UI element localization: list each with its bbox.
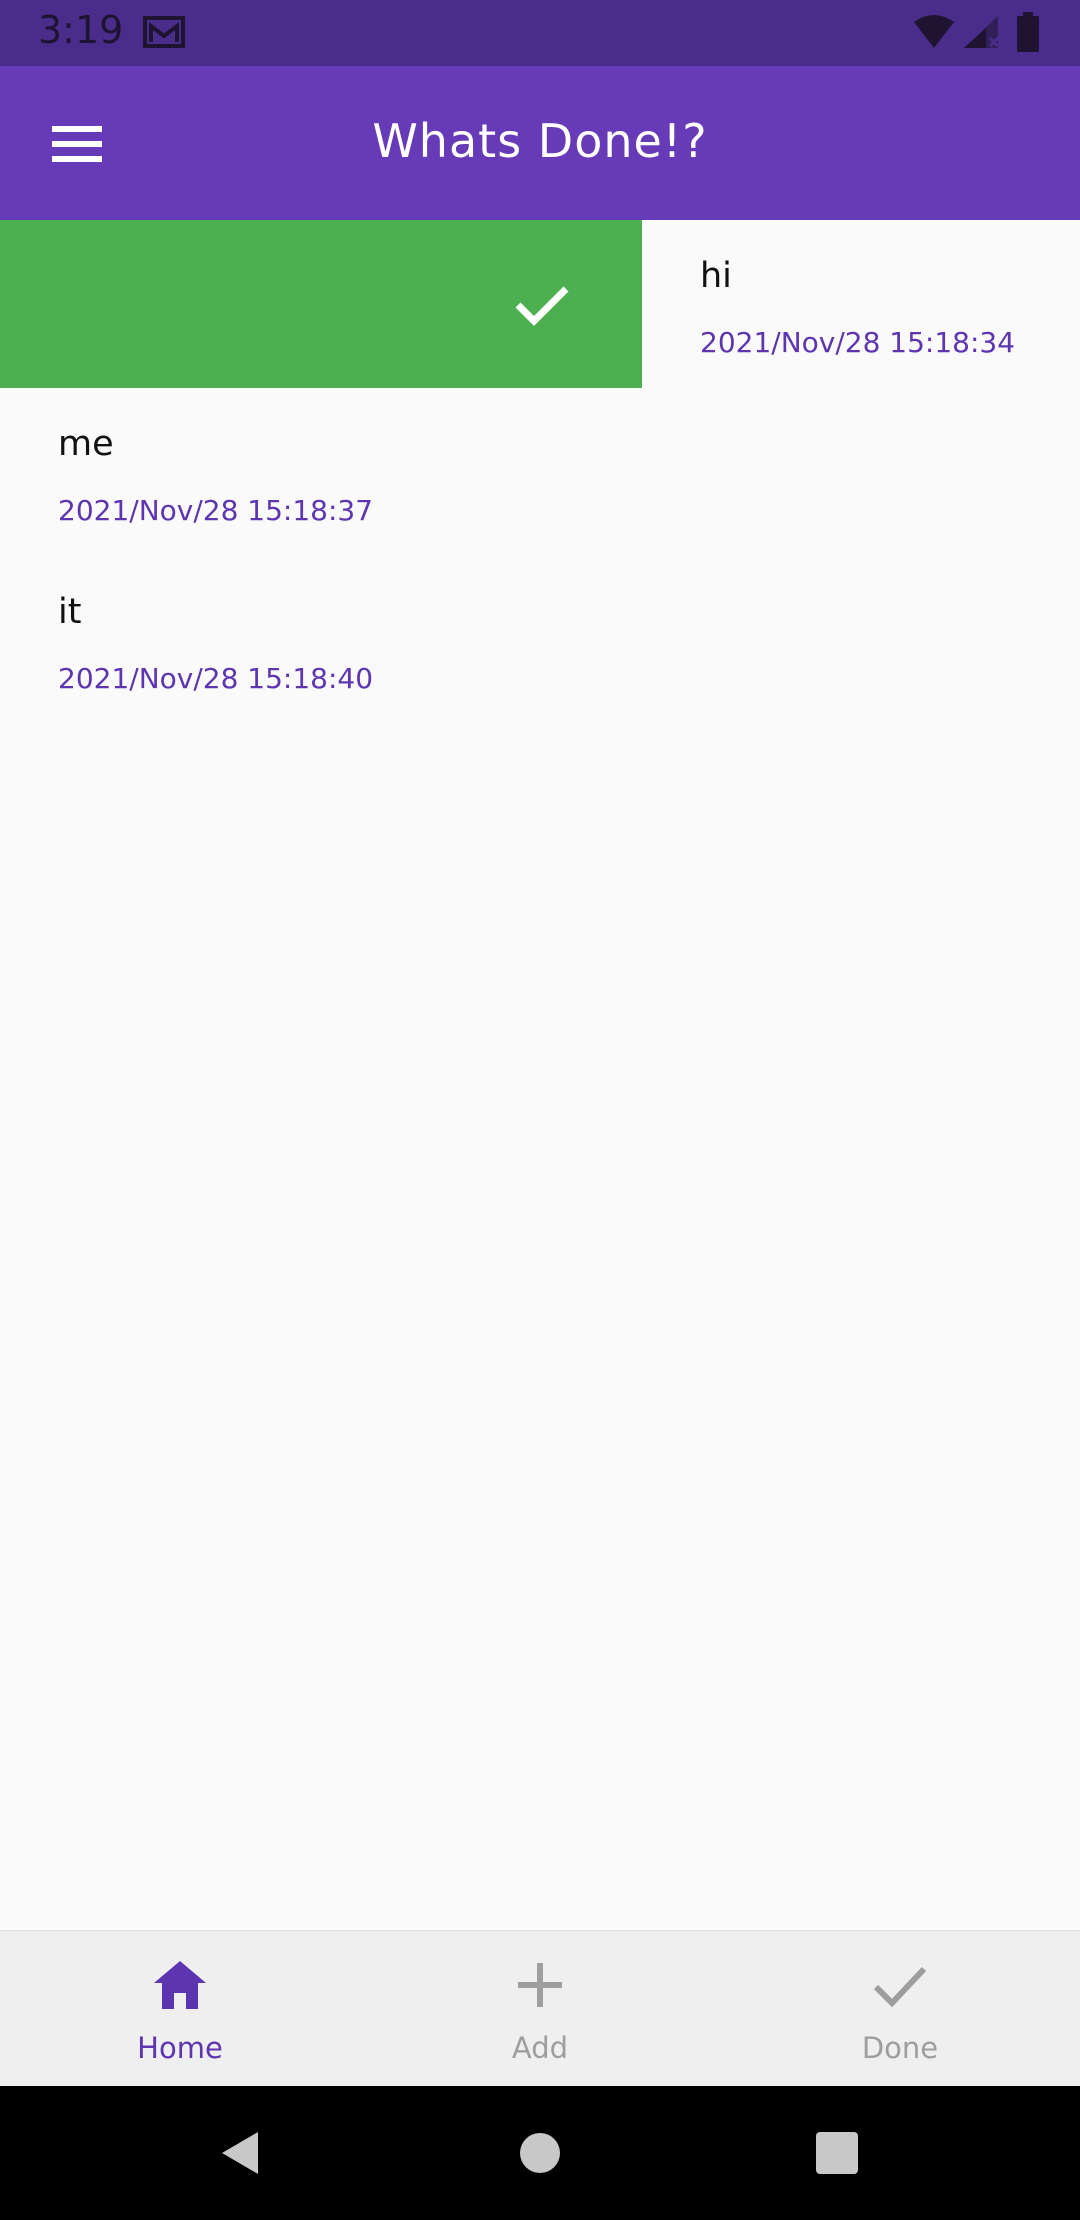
task-date: 2021/Nov/28 15:18:37 xyxy=(58,494,374,527)
home-icon xyxy=(154,1961,206,2009)
nav-done-button[interactable]: Done xyxy=(720,1931,1080,2087)
nav-home-button[interactable]: Home xyxy=(0,1931,360,2087)
screen: 3:19 Whats Done!? hi 2021/Nov/28 15:18:3… xyxy=(0,0,1080,2220)
gmail-notification-icon xyxy=(143,16,185,48)
nav-done-label: Done xyxy=(861,2031,939,2065)
recents-icon[interactable] xyxy=(812,2128,862,2178)
app-bar: Whats Done!? xyxy=(0,66,1080,220)
signal-icon xyxy=(964,16,1000,48)
system-navigation-bar xyxy=(0,2086,1080,2220)
nav-add-button[interactable]: Add xyxy=(360,1931,720,2087)
back-icon[interactable] xyxy=(216,2128,266,2178)
task-title: hi xyxy=(700,256,732,296)
list-item[interactable]: me 2021/Nov/28 15:18:37 xyxy=(0,388,1080,556)
plus-icon xyxy=(518,1963,562,2007)
status-bar: 3:19 xyxy=(0,0,1080,66)
check-icon xyxy=(873,1966,927,2008)
task-title: me xyxy=(58,424,114,464)
battery-icon xyxy=(1017,12,1039,52)
swipe-done-background xyxy=(0,220,642,388)
task-date: 2021/Nov/28 15:18:34 xyxy=(700,326,1016,359)
home-circle-icon[interactable] xyxy=(515,2128,565,2178)
wifi-icon xyxy=(914,15,954,48)
task-date: 2021/Nov/28 15:18:40 xyxy=(58,662,374,695)
nav-add-label: Add xyxy=(511,2031,569,2065)
list-item[interactable]: hi 2021/Nov/28 15:18:34 xyxy=(642,220,1080,388)
list-item[interactable]: it 2021/Nov/28 15:18:40 xyxy=(0,556,1080,724)
nav-home-label: Home xyxy=(137,2031,223,2065)
bottom-navigation: Home Add Done xyxy=(0,1930,1080,2087)
page-title: Whats Done!? xyxy=(372,114,708,168)
check-icon xyxy=(515,286,569,326)
task-title: it xyxy=(58,592,82,632)
status-time: 3:19 xyxy=(38,8,124,52)
